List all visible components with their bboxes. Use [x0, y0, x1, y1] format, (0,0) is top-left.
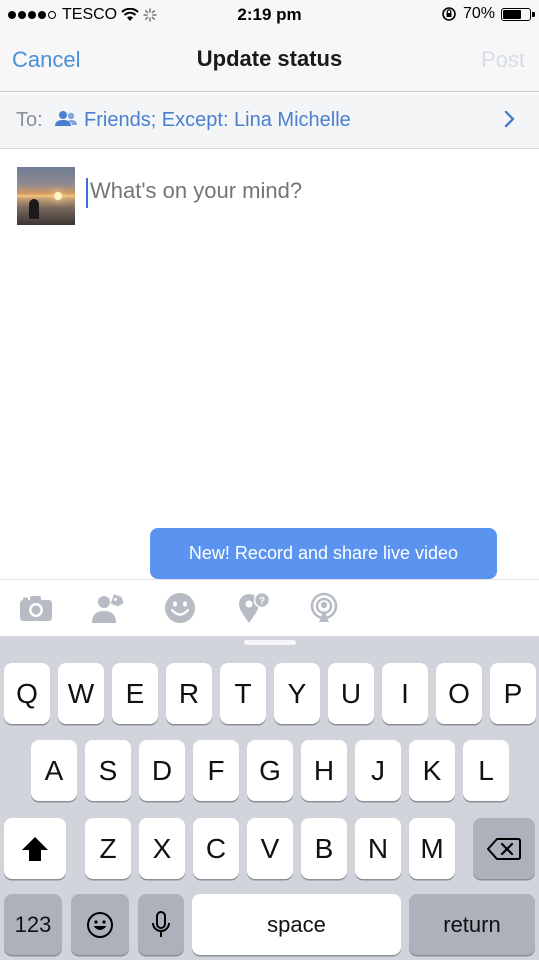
key-i[interactable]: I: [382, 663, 428, 724]
keyboard: Q W E R T Y U I O P A S D F G H J K L Z …: [0, 636, 539, 960]
audience-to-label: To:: [16, 109, 43, 131]
key-z[interactable]: Z: [85, 818, 131, 879]
key-g[interactable]: G: [247, 740, 293, 801]
key-y[interactable]: Y: [274, 663, 320, 724]
checkin-icon[interactable]: ?: [235, 592, 271, 624]
svg-text:?: ?: [259, 596, 265, 607]
chevron-right-icon: [504, 110, 515, 128]
live-video-tooltip[interactable]: New! Record and share live video: [150, 528, 497, 588]
key-b[interactable]: B: [301, 818, 347, 879]
microphone-icon: [152, 910, 170, 937]
key-t[interactable]: T: [220, 663, 266, 724]
key-k[interactable]: K: [409, 740, 455, 801]
battery-level: [503, 9, 522, 19]
key-f[interactable]: F: [193, 740, 239, 801]
key-w[interactable]: W: [58, 663, 104, 724]
key-d[interactable]: D: [139, 740, 185, 801]
status-bar: TESCO 2:19 pm 70%: [0, 0, 539, 30]
battery-percent: 70%: [462, 5, 495, 22]
text-cursor: [86, 178, 88, 208]
backspace-icon: [487, 837, 521, 860]
page-title: Update status: [196, 46, 343, 71]
audience-value: Friends; Except: Lina Michelle: [84, 109, 351, 131]
key-h[interactable]: H: [301, 740, 347, 801]
key-x[interactable]: X: [139, 818, 185, 879]
shift-icon: [22, 836, 48, 861]
tag-people-icon[interactable]: [90, 592, 126, 624]
dictation-key[interactable]: [138, 894, 184, 955]
composer-action-bar: ?: [0, 579, 539, 636]
key-r[interactable]: R: [166, 663, 212, 724]
friends-icon: [55, 111, 77, 126]
keyboard-grabber[interactable]: [244, 640, 296, 645]
post-button[interactable]: Post: [481, 47, 525, 73]
live-video-icon[interactable]: [306, 592, 342, 624]
nav-bar: Cancel Update status Post: [0, 30, 539, 92]
camera-icon[interactable]: [18, 592, 54, 624]
key-o[interactable]: O: [436, 663, 482, 724]
return-key[interactable]: return: [409, 894, 535, 955]
space-key[interactable]: space: [192, 894, 401, 955]
rotation-lock-icon: [442, 7, 456, 21]
avatar-sun: [54, 192, 62, 200]
key-c[interactable]: C: [193, 818, 239, 879]
shift-key[interactable]: [4, 818, 66, 879]
backspace-key[interactable]: [473, 818, 535, 879]
emoji-key[interactable]: [71, 894, 129, 955]
status-right: 70%: [441, 5, 535, 23]
emoji-icon[interactable]: [162, 592, 198, 624]
profile-avatar: [17, 167, 75, 225]
key-m[interactable]: M: [409, 818, 455, 879]
key-u[interactable]: U: [328, 663, 374, 724]
status-input[interactable]: [90, 178, 510, 204]
key-e[interactable]: E: [112, 663, 158, 724]
key-v[interactable]: V: [247, 818, 293, 879]
avatar-figure: [29, 199, 39, 219]
key-a[interactable]: A: [31, 740, 77, 801]
emoji-keyboard-icon: [87, 911, 113, 938]
battery-icon: [501, 7, 535, 21]
key-s[interactable]: S: [85, 740, 131, 801]
key-n[interactable]: N: [355, 818, 401, 879]
numbers-key[interactable]: 123: [4, 894, 62, 955]
key-j[interactable]: J: [355, 740, 401, 801]
key-p[interactable]: P: [490, 663, 536, 724]
audience-selector[interactable]: To: Friends; Except: Lina Michelle: [0, 93, 539, 149]
key-q[interactable]: Q: [4, 663, 50, 724]
key-l[interactable]: L: [463, 740, 509, 801]
